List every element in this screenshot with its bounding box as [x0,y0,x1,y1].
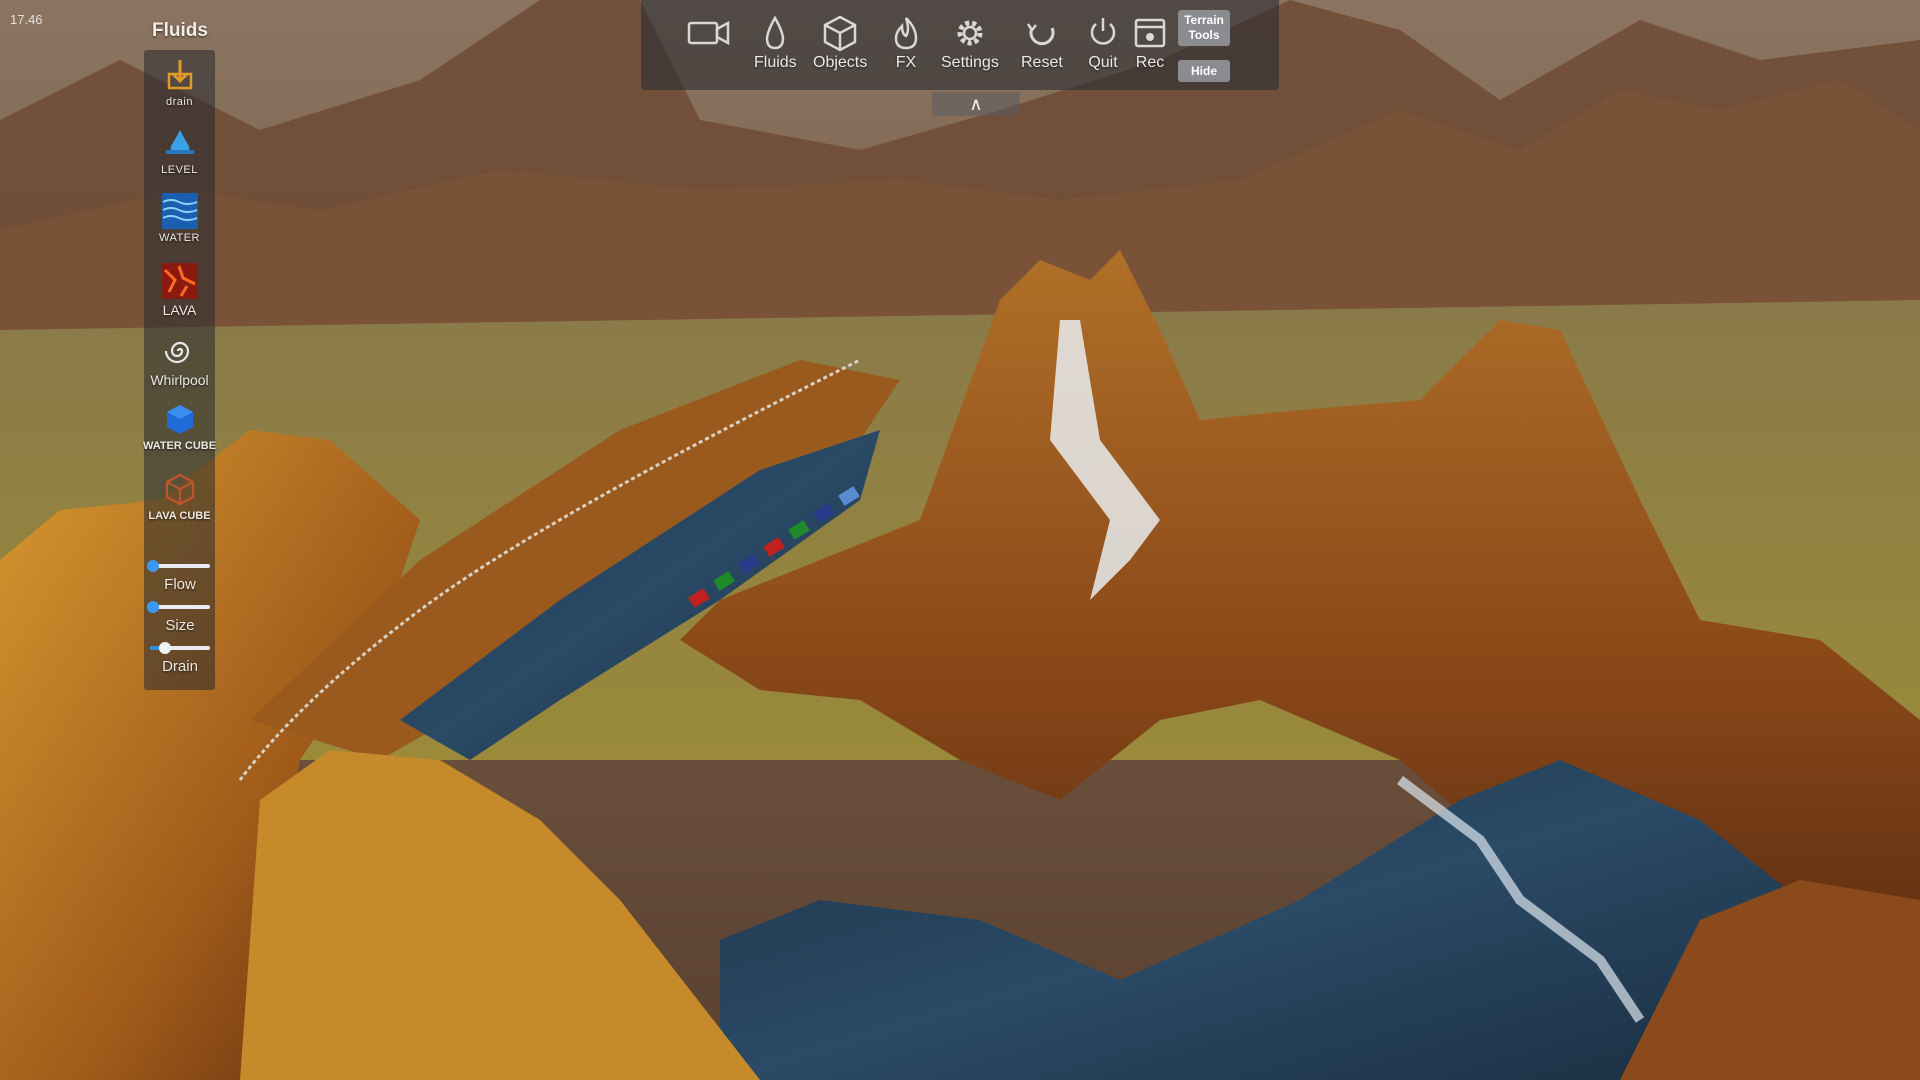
droplet-icon [766,15,785,50]
flow-slider-knob[interactable] [147,560,159,572]
objects-button[interactable]: Objects [813,14,867,80]
settings-label: Settings [941,54,999,71]
tool-level[interactable]: LEVEL [144,124,215,190]
tool-whirlpool-label: Whirlpool [150,372,209,388]
power-icon [1090,18,1116,45]
main-toolbar: Fluids Objects FX Settings Reset Quit Re… [641,0,1279,90]
camera-button[interactable] [686,14,732,80]
drain-icon [167,60,192,90]
rec-button[interactable]: Rec [1130,14,1170,80]
record-icon [1134,18,1166,48]
size-slider-label: Size [165,617,195,634]
tool-water-cube[interactable]: WATER CUBE [142,400,217,466]
settings-button[interactable]: Settings [941,14,999,80]
drain-slider[interactable]: Drain [150,642,210,682]
flow-slider-track [150,564,210,568]
drain-slider-knob[interactable] [159,642,171,654]
hide-button[interactable]: Hide [1178,60,1230,82]
fx-button[interactable]: FX [886,14,926,80]
toolbar-collapse-tab[interactable]: ∧ [932,92,1020,116]
whirlpool-icon [164,341,189,364]
fx-label: FX [895,54,917,71]
objects-label: Objects [813,54,868,71]
reset-label: Reset [1021,54,1063,71]
size-slider-track [150,605,210,609]
tool-lava[interactable]: LAVA [144,262,215,328]
fluids-button[interactable]: Fluids [754,14,797,80]
tool-water-label: WATER [159,232,200,244]
quit-label: Quit [1088,54,1118,71]
size-slider[interactable]: Size [147,601,210,641]
fluids-label: Fluids [754,54,797,71]
tool-lava-cube-label: LAVA CUBE [148,510,211,522]
drain-slider-label: Drain [162,658,198,675]
rec-label: Rec [1135,54,1165,71]
gear-icon [957,20,983,46]
flow-slider-label: Flow [164,576,196,593]
tool-lava-label: LAVA [162,302,197,318]
level-icon [165,130,194,154]
fluids-panel: drain LEVEL WATER LAVA Whirlpool WATER C… [142,50,217,690]
fps-counter: 17.46 [10,12,43,27]
tool-lava-cube[interactable]: LAVA CUBE [144,470,215,536]
lava-cube-icon [165,473,194,506]
camera-icon [687,20,730,46]
tool-drain[interactable]: drain [144,56,215,122]
cube-icon [823,15,857,52]
tool-drain-label: drain [166,96,193,108]
water-cube-icon [166,405,193,434]
fluids-panel-title: Fluids [152,20,208,41]
tool-level-label: LEVEL [161,164,198,176]
lava-icon [161,263,198,299]
tool-water[interactable]: WATER [144,192,215,258]
water-icon [161,193,198,229]
tool-water-cube-label: WATER CUBE [142,440,217,452]
reset-icon [1026,23,1055,46]
terrain-tools-button[interactable]: Terrain Tools [1178,10,1230,46]
tool-whirlpool[interactable]: Whirlpool [144,332,215,398]
flow-slider[interactable]: Flow [147,560,210,600]
size-slider-knob[interactable] [147,601,159,613]
reset-button[interactable]: Reset [1021,14,1063,80]
terrain-viewport[interactable] [0,0,1920,1080]
fire-icon [894,17,918,50]
quit-button[interactable]: Quit [1083,14,1123,80]
